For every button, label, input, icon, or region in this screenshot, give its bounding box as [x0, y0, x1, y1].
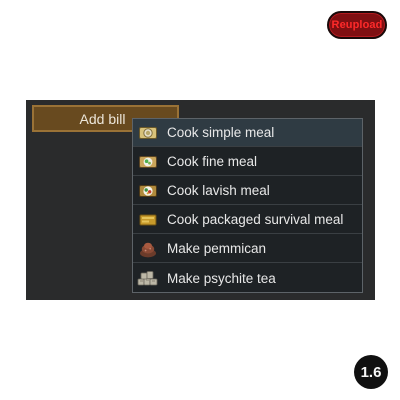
menu-item-make-psychite-tea[interactable]: Make psychite tea — [133, 264, 362, 292]
bill-dropdown-menu: Cook simple meal Cook fine meal Cook lav… — [132, 118, 363, 293]
reupload-button[interactable]: Reupload — [327, 11, 387, 39]
packaged-survival-meal-icon — [137, 209, 159, 231]
menu-item-label: Cook packaged survival meal — [167, 212, 344, 227]
menu-item-make-pemmican[interactable]: Make pemmican — [133, 235, 362, 263]
version-badge: 1.6 — [354, 355, 388, 389]
menu-item-cook-simple-meal[interactable]: Cook simple meal — [133, 119, 362, 147]
lavish-meal-icon — [137, 180, 159, 202]
menu-item-cook-fine-meal[interactable]: Cook fine meal — [133, 148, 362, 176]
fine-meal-icon — [137, 151, 159, 173]
menu-item-label: Cook simple meal — [167, 125, 275, 140]
pemmican-icon — [137, 238, 159, 260]
menu-item-label: Cook lavish meal — [167, 183, 270, 198]
menu-item-cook-lavish-meal[interactable]: Cook lavish meal — [133, 177, 362, 205]
menu-item-cook-packaged-survival-meal[interactable]: Cook packaged survival meal — [133, 206, 362, 234]
psychite-tea-icon — [137, 267, 159, 289]
menu-item-label: Cook fine meal — [167, 154, 258, 169]
menu-item-label: Make pemmican — [167, 241, 267, 256]
menu-item-label: Make psychite tea — [167, 270, 276, 286]
simple-meal-icon — [137, 122, 159, 144]
